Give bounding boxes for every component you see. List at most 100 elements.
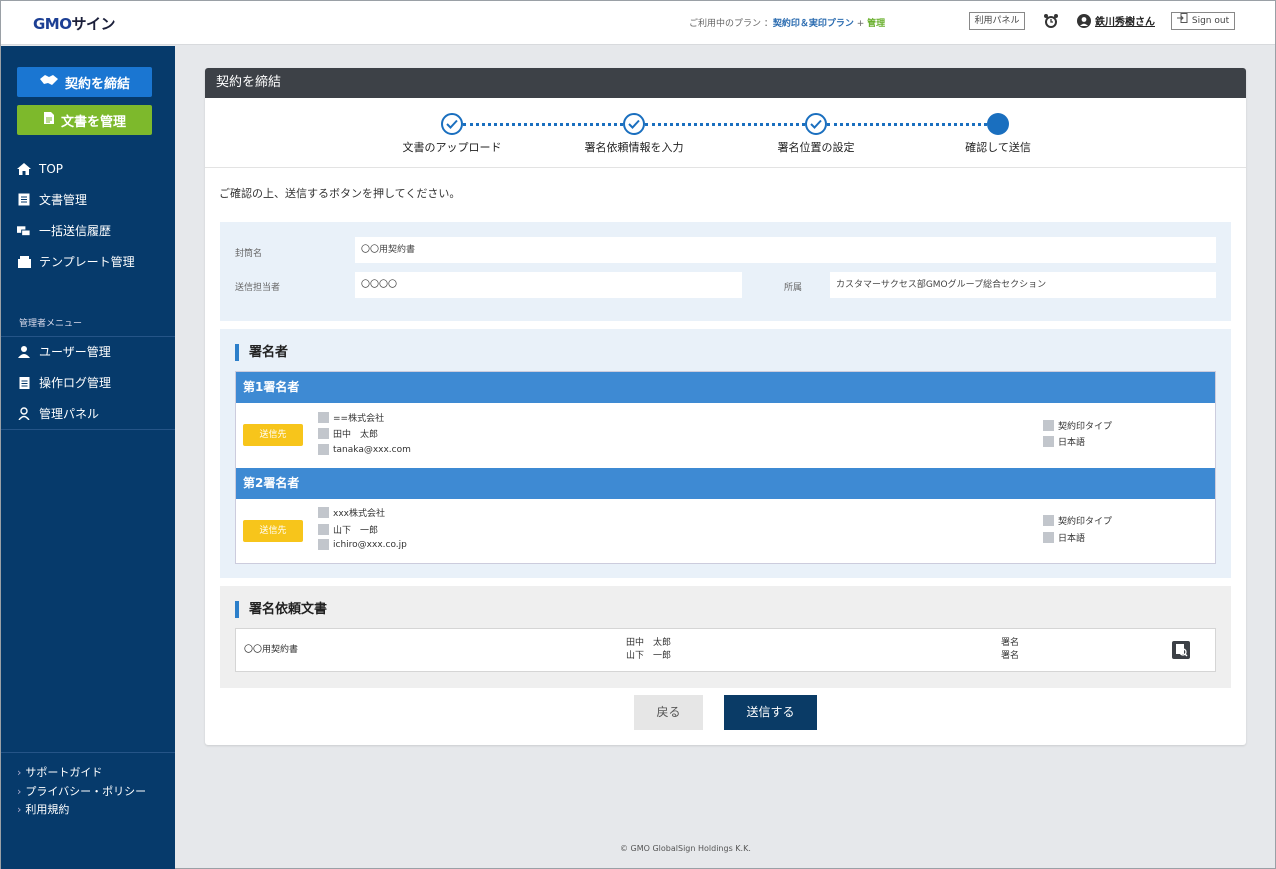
signer-2-language-text: 日本語 (1058, 534, 1086, 544)
sidebar-item-documents[interactable]: 文書管理 (1, 184, 175, 215)
signer-2-company: xxx株式会社 (318, 506, 385, 519)
step-1-check-icon (441, 113, 463, 135)
sidebar-item-admin-panel[interactable]: 管理パネル (1, 398, 175, 429)
usage-panel-button[interactable]: 利用パネル (969, 12, 1025, 30)
step-2-check-icon (623, 113, 645, 135)
sidebar-item-operation-log[interactable]: 操作ログ管理 (1, 367, 175, 398)
document-preview-icon[interactable] (1172, 641, 1190, 659)
user-name: 鉄川秀樹さん (1095, 17, 1155, 28)
footer-divider (1, 752, 175, 753)
step-3-check-icon (805, 113, 827, 135)
department-label: 所属 (784, 283, 803, 293)
step-label-request-info: 署名依頼情報を入力 (584, 141, 684, 154)
document-sign-type-2: 署名 (1001, 651, 1020, 661)
seal-type-icon (1043, 420, 1054, 431)
building-icon (318, 412, 329, 423)
signer-2-name: 山下 一郎 (318, 523, 378, 536)
signer-1-type-text: 契約印タイプ (1058, 422, 1113, 432)
signer-2-type-text: 契約印タイプ (1058, 517, 1113, 527)
sign-out-button[interactable]: Sign out (1171, 12, 1235, 30)
plan-admin: 管理 (867, 19, 886, 29)
signer-1-language: 日本語 (1043, 435, 1085, 448)
signer-1-name-text: 田中 太郎 (333, 430, 379, 440)
signer-2-type: 契約印タイプ (1043, 514, 1112, 527)
sidebar-item-batch-history[interactable]: 一括送信履歴 (1, 215, 175, 246)
signer-1-type: 契約印タイプ (1043, 419, 1112, 432)
language-icon (1043, 532, 1054, 543)
request-documents-section: 署名依頼文書 〇〇用契約書 田中 太郎 山下 一郎 署名 署名 (220, 586, 1231, 688)
sidebar-item-user-management[interactable]: ユーザー管理 (1, 336, 175, 367)
alarm-clock-icon[interactable] (1042, 12, 1060, 30)
top-header: GMOサイン ご利用中のプラン ：契約印＆実印プラン + 管理 利用パネル 鉄川… (1, 1, 1275, 45)
handshake-icon (39, 72, 59, 92)
signers-section-title: 署名者 (235, 344, 288, 361)
sidebar-item-label: TOP (39, 161, 64, 176)
signer-1-company: ==株式会社 (318, 411, 384, 424)
confirm-message: ご確認の上、送信するボタンを押してください。 (219, 187, 461, 200)
copyright: © GMO GlobalSign Holdings K.K. (620, 844, 751, 853)
terms-link[interactable]: 利用規約 (17, 801, 146, 820)
envelope-name-label: 封筒名 (235, 249, 263, 259)
sidebar-item-templates[interactable]: テンプレート管理 (1, 246, 175, 277)
building-icon (318, 507, 329, 518)
department-value: カスタマーサクセス部GMOグループ総合セクション (830, 272, 1216, 298)
contract-button[interactable]: 契約を締結 (17, 67, 152, 97)
document-row: 〇〇用契約書 田中 太郎 山下 一郎 署名 署名 (235, 628, 1216, 672)
sender-label: 送信担当者 (235, 283, 281, 293)
signer-1-email: tanaka@xxx.com (318, 444, 411, 455)
main-nav: TOP 文書管理 一括送信履歴 テンプレート管理 (1, 153, 175, 277)
send-button[interactable]: 送信する (724, 695, 817, 730)
home-icon (17, 162, 31, 176)
support-guide-link[interactable]: サポートガイド (17, 764, 146, 783)
contract-card: 契約を締結 文書のアップロード 署名依頼情報を入力 署名位置の設定 確認して送信… (205, 68, 1246, 745)
sender-value: 〇〇〇〇 (355, 272, 742, 298)
mail-icon (318, 539, 329, 550)
seal-type-icon (1043, 515, 1054, 526)
gmo-sign-logo[interactable]: GMOサイン (33, 13, 116, 34)
mail-icon (318, 444, 329, 455)
privacy-policy-link[interactable]: プライバシー・ポリシー (17, 783, 146, 802)
signer-2-email-text: ichiro@xxx.co.jp (333, 539, 407, 550)
user-avatar-icon (1077, 13, 1091, 28)
signer-1-name: 田中 太郎 (318, 427, 378, 440)
step-connector (827, 123, 987, 126)
step-label-confirm-send: 確認して送信 (965, 141, 1031, 154)
document-name: 〇〇用契約書 (244, 645, 299, 655)
template-icon (17, 255, 31, 269)
log-icon (17, 376, 31, 390)
sidebar-item-label: 文書管理 (39, 193, 88, 207)
admin-divider-bottom (1, 429, 175, 430)
person-icon (318, 524, 329, 535)
signer-1-send-badge: 送信先 (243, 424, 303, 446)
logo-text-rest: サイン (71, 15, 116, 33)
sidebar-item-label: 操作ログ管理 (39, 376, 112, 390)
envelope-info-block: 封筒名 〇〇用契約書 送信担当者 〇〇〇〇 所属 カスタマーサクセス部GMOグル… (220, 222, 1231, 321)
signer-1-header: 第1署名者 (236, 372, 1215, 403)
progress-steps: 文書のアップロード 署名依頼情報を入力 署名位置の設定 確認して送信 (205, 98, 1246, 168)
user-icon (17, 345, 31, 359)
sign-out-label: Sign out (1191, 16, 1230, 26)
plan-name: 契約印＆実印プラン (772, 19, 854, 29)
signer-2-email: ichiro@xxx.co.jp (318, 539, 407, 550)
sidebar-item-top[interactable]: TOP (1, 153, 175, 184)
contract-button-label: 契約を締結 (64, 76, 130, 92)
signers-section: 署名者 第1署名者 送信先 ==株式会社 田中 太郎 tanaka@xxx.co… (220, 329, 1231, 578)
card-title: 契約を締結 (205, 68, 1246, 98)
language-icon (1043, 436, 1054, 447)
step-connector (463, 123, 623, 126)
plan-prefix: ご利用中のプラン ： (689, 19, 773, 29)
step-label-upload: 文書のアップロード (402, 141, 502, 154)
sidebar-item-label: 一括送信履歴 (39, 224, 112, 238)
manage-documents-button[interactable]: 文書を管理 (17, 105, 152, 135)
document-icon (43, 111, 55, 129)
sidebar-footer-links: サポートガイド プライバシー・ポリシー 利用規約 (17, 764, 146, 820)
sidebar-item-label: 管理パネル (39, 407, 100, 421)
user-menu[interactable]: 鉄川秀樹さん (1077, 13, 1155, 28)
sign-out-icon (1176, 13, 1188, 29)
back-button[interactable]: 戻る (634, 695, 703, 730)
admin-nav: ユーザー管理 操作ログ管理 管理パネル (1, 336, 175, 429)
document-signer-1: 田中 太郎 (626, 638, 672, 648)
step-label-signature-position: 署名位置の設定 (777, 141, 855, 154)
step-4-current-icon (987, 113, 1009, 135)
signer-1-email-text: tanaka@xxx.com (333, 444, 411, 455)
